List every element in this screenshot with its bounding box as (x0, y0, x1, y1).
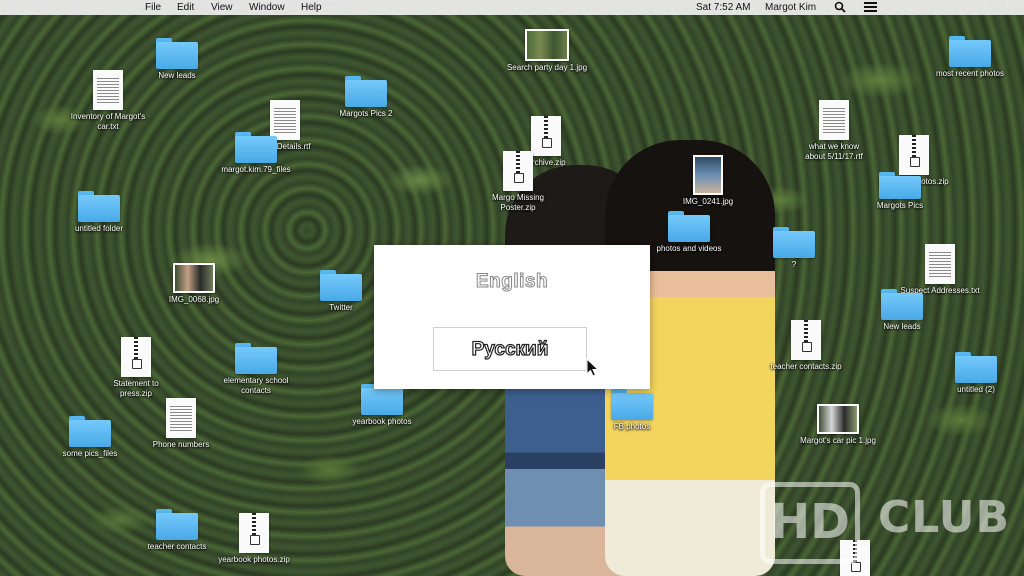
language-selection-dialog: English Русский (374, 245, 650, 389)
hdclub-watermark: HD CLUB (760, 478, 1020, 568)
menu-bar: File Edit View Window Help Sat 7:52 AM M… (0, 0, 1024, 15)
folder-icon (949, 36, 991, 67)
desktop-folder-most-recent[interactable]: most recent photos (920, 36, 1020, 79)
desktop-image-img-0241[interactable]: IMG_0241.jpg (658, 155, 758, 207)
desktop-folder-some-pics[interactable]: some pics_files (40, 416, 140, 459)
zip-archive-icon (239, 513, 269, 553)
desktop-zip-yearbook[interactable]: yearbook photos.zip (204, 513, 304, 565)
watermark-logo: HD (760, 482, 860, 564)
zip-archive-icon (791, 320, 821, 360)
image-thumbnail-icon (525, 29, 569, 61)
menubar-clock[interactable]: Sat 7:52 AM (696, 0, 750, 15)
folder-icon (773, 227, 815, 258)
menu-help[interactable]: Help (301, 0, 322, 15)
menu-window[interactable]: Window (249, 0, 285, 15)
folder-icon (78, 191, 120, 222)
desktop-file-suspect-addresses[interactable]: Suspect Addresses.txt (890, 244, 990, 296)
desktop-image-car-pic[interactable]: Margot's car pic 1.jpg (788, 404, 888, 446)
folder-icon (156, 38, 198, 69)
desktop-file-phone-numbers[interactable]: Phone numbers (131, 398, 231, 450)
folder-icon (345, 76, 387, 107)
text-document-icon (166, 398, 196, 438)
folder-icon (235, 132, 277, 163)
folder-icon (955, 352, 997, 383)
desktop-folder-question[interactable]: ? (744, 227, 844, 270)
desktop-folder-new-leads-2[interactable]: New leads (852, 289, 952, 332)
zip-archive-icon (503, 151, 533, 191)
zip-archive-icon (531, 116, 561, 156)
desktop-folder-fb-photos[interactable]: FB photos (582, 389, 682, 432)
desktop-zip-missing-poster[interactable]: Margo Missing Poster.zip (468, 151, 568, 212)
desktop-folder-margot-files[interactable]: margot.kim.79_files (206, 132, 306, 175)
desktop-folder-elementary-contacts[interactable]: elementary school contacts (206, 343, 306, 395)
desktop-folder-untitled[interactable]: untitled folder (49, 191, 149, 234)
desktop-zip-teacher-contacts[interactable]: teacher contacts.zip (756, 320, 856, 372)
watermark-text: CLUB (878, 492, 1011, 543)
desktop-file-inventory[interactable]: Inventory of Margot's car.txt (58, 70, 158, 131)
menu-edit[interactable]: Edit (177, 0, 194, 15)
folder-icon (611, 389, 653, 420)
desktop-folder-yearbook[interactable]: yearbook photos (332, 384, 432, 427)
image-thumbnail-icon (693, 155, 723, 195)
folder-icon (156, 509, 198, 540)
folder-icon (235, 343, 277, 374)
desktop-folder-margots-pics-2[interactable]: Margots Pics 2 (316, 76, 416, 119)
text-document-icon (925, 244, 955, 284)
zip-archive-icon (899, 135, 929, 175)
desktop-folder-margots-pics[interactable]: Margots Pics (850, 172, 950, 211)
text-document-icon (93, 70, 123, 110)
desktop-folder-untitled-2[interactable]: untitled (2) (926, 352, 1024, 395)
image-thumbnail-icon (817, 404, 859, 434)
folder-icon (69, 416, 111, 447)
search-icon[interactable] (834, 0, 846, 17)
image-thumbnail-icon (173, 263, 215, 293)
menu-file[interactable]: File (145, 0, 161, 15)
menu-view[interactable]: View (211, 0, 233, 15)
language-option-english[interactable]: English (374, 271, 650, 293)
list-menu-icon[interactable] (864, 0, 877, 17)
desktop-folder-photos-videos[interactable]: photos and videos (639, 211, 739, 254)
zip-archive-icon (121, 337, 151, 377)
folder-icon (320, 270, 362, 301)
menubar-user[interactable]: Margot Kim (765, 0, 816, 15)
folder-icon (879, 172, 921, 199)
mouse-pointer-icon (586, 357, 600, 378)
desktop-image-img-0068[interactable]: IMG_0068.jpg (144, 263, 244, 305)
text-document-icon (819, 100, 849, 140)
desktop-zip-statement[interactable]: Statement to press.zip (86, 337, 186, 398)
desktop-image-search-party[interactable]: Search party day 1.jpg (497, 29, 597, 73)
folder-icon (668, 211, 710, 242)
folder-icon (881, 289, 923, 320)
language-option-russian[interactable]: Русский (433, 327, 587, 371)
